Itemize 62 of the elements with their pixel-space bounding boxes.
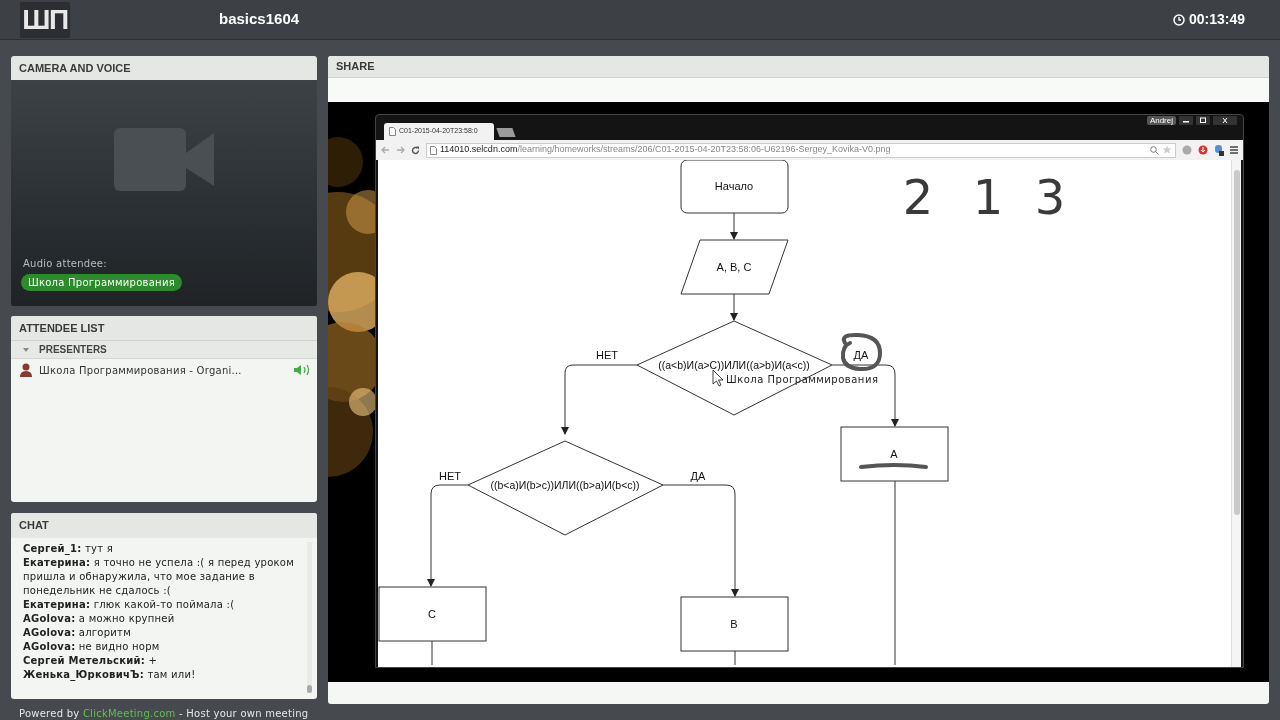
expand-icon[interactable] <box>23 346 29 353</box>
panel-header: SHARE <box>328 56 1269 78</box>
node-label: A <box>890 448 898 460</box>
panel-header: ATTENDEE LIST <box>11 316 317 341</box>
new-tab-button[interactable] <box>496 128 516 137</box>
session-timer: 00:13:49 <box>1188 10 1245 29</box>
star-icon[interactable] <box>1162 145 1172 155</box>
flow-arrow <box>730 293 738 321</box>
cursor-icon <box>712 369 724 387</box>
chat-message: AGolova: не видно норм <box>23 640 161 654</box>
handwritten-number: 2 <box>902 169 934 225</box>
node-label: A, B, C <box>716 261 752 273</box>
branch-label: ДА <box>853 349 869 361</box>
pen-scribble <box>840 332 882 372</box>
chat-message: Сергей Метельский: + <box>23 654 159 668</box>
node-label: Начало <box>714 180 754 192</box>
panel-header: CHAT <box>11 513 317 538</box>
url-text: 114010.selcdn.com/learning/homeworks/streams/206/C01-2015-04-20T23:58:06-U62196-Sergey_Kovika-V0.png <box>440 143 891 157</box>
chat-message: Екатерина: глюк какой-то поймала :( <box>23 598 236 612</box>
footer-text: Powered by ClickMeeting.com - Host your own meeting <box>19 707 310 720</box>
audio-attendee-badge: Школа Программирования <box>21 274 182 291</box>
handwritten-number: 1 <box>972 169 1004 225</box>
node-label: ((b<a)И(b>c))ИЛИ((b>a)И(b<c)) <box>490 479 640 491</box>
reload-icon[interactable] <box>411 145 420 155</box>
branch-label: ДА <box>690 470 706 482</box>
handwritten-number: 3 <box>1034 169 1066 225</box>
audio-attendee-label: Audio attendee: <box>23 257 108 271</box>
maximize-icon[interactable] <box>1196 116 1210 125</box>
node-label: ((a<b)И(a>C))ИЛИ((a>b)И(a<c)) <box>658 359 810 371</box>
person-icon <box>19 363 33 377</box>
scrollbar[interactable] <box>307 542 312 693</box>
pen-underline <box>859 463 928 469</box>
flow-line <box>431 640 433 665</box>
clickmeeting-link[interactable]: ClickMeeting.com <box>82 708 176 719</box>
attendee-name[interactable]: Школа Программирования - Organi... <box>39 362 242 378</box>
profile-button[interactable]: Andrej <box>1146 116 1176 125</box>
logo: ШП <box>20 1 70 38</box>
branch-label: НЕТ <box>596 349 618 361</box>
minimize-icon[interactable] <box>1179 116 1193 125</box>
node-label: C <box>428 608 436 620</box>
video-camera-icon <box>114 128 214 191</box>
branch-label: НЕТ <box>439 470 461 482</box>
scrollbar[interactable] <box>1231 160 1241 667</box>
zoom-icon[interactable] <box>1150 145 1159 155</box>
page-icon <box>389 127 396 136</box>
panel-header: CAMERA AND VOICE <box>11 56 317 80</box>
menu-icon[interactable] <box>1230 146 1238 154</box>
chat-message: AGolova: а можно крупней <box>23 612 176 626</box>
group-label: PRESENTERS <box>39 343 107 357</box>
address-bar[interactable]: 114010.selcdn.com/learning/homeworks/streams/206/C01-2015-04-20T23:58:06-U62196-Sergey_Kovika-V0.png <box>426 142 1176 158</box>
chat-message: Женька_ЮрковичЪ: там или! <box>23 668 197 682</box>
flow-line <box>734 650 736 665</box>
close-icon[interactable] <box>1213 116 1237 125</box>
meeting-title: basics1604 <box>219 9 300 30</box>
clock-icon <box>1172 13 1185 26</box>
node-label: B <box>730 618 738 630</box>
chat-message: AGolova: алгоритм <box>23 626 132 640</box>
flow-arrow <box>730 212 738 240</box>
chat-message: Сергей_1: тут я <box>23 542 114 556</box>
page-icon <box>430 145 437 155</box>
extension-icon[interactable] <box>1214 144 1224 156</box>
group-header[interactable]: PRESENTERS <box>11 341 317 359</box>
